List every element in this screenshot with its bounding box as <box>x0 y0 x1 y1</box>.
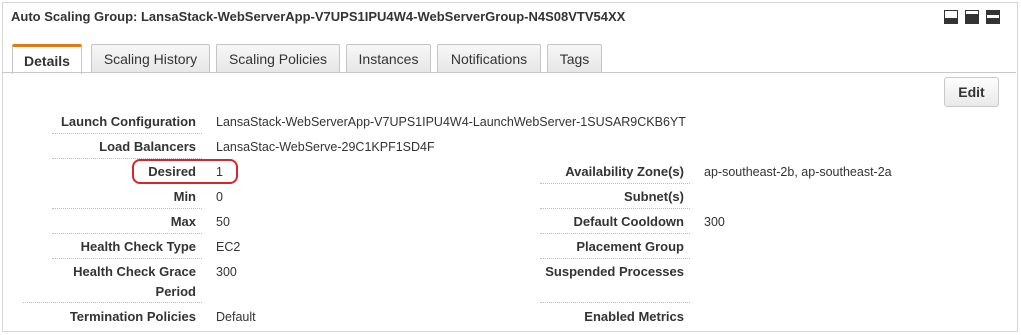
row-divider <box>23 302 202 303</box>
tab-details[interactable]: Details <box>12 44 82 74</box>
value-availability-zones: ap-southeast-2b, ap-southeast-2a <box>704 165 892 179</box>
row-divider <box>52 208 202 209</box>
desired-highlight-annotation <box>132 159 238 184</box>
tab-scaling-policies[interactable]: Scaling Policies <box>216 44 340 73</box>
label-termination-policies: Termination Policies <box>69 309 196 324</box>
tabs-divider <box>2 72 1016 73</box>
window-controls <box>944 10 1000 24</box>
tab-scaling-history[interactable]: Scaling History <box>91 44 210 73</box>
label-health-check-grace: Health Check Grace <box>73 264 196 279</box>
value-default-cooldown: 300 <box>704 215 725 229</box>
label-default-cooldown: Default Cooldown <box>573 214 685 229</box>
row-divider <box>52 258 202 259</box>
row-divider <box>540 208 690 209</box>
minimize-icon[interactable] <box>944 10 958 24</box>
label-max: Max <box>170 214 196 229</box>
row-divider <box>540 258 690 259</box>
panel-title: Auto Scaling Group: LansaStack-WebServer… <box>11 9 626 24</box>
label-launch-configuration: Launch Configuration <box>60 114 196 129</box>
row-divider <box>52 233 202 234</box>
label-subnets: Subnet(s) <box>624 189 684 204</box>
row-divider <box>540 302 690 303</box>
value-health-check-type: EC2 <box>216 240 241 254</box>
value-min: 0 <box>216 190 223 204</box>
label-suspended-processes: Suspended Processes <box>545 264 684 279</box>
row-divider <box>540 233 690 234</box>
label-health-check-type: Health Check Type <box>80 239 196 254</box>
tab-instances[interactable]: Instances <box>346 44 431 73</box>
edit-button[interactable]: Edit <box>944 77 999 107</box>
value-termination-policies: Default <box>216 310 256 324</box>
label-load-balancers: Load Balancers <box>99 139 196 154</box>
value-load-balancers: LansaStac-WebServe-29C1KPF1SD4F <box>216 140 435 154</box>
label-placement-group: Placement Group <box>576 239 684 254</box>
value-health-check-grace: 300 <box>216 265 237 279</box>
maximize-icon[interactable] <box>986 10 1000 24</box>
label-enabled-metrics: Enabled Metrics <box>584 309 684 324</box>
row-divider <box>540 183 690 184</box>
tab-notifications[interactable]: Notifications <box>437 44 541 73</box>
label-min: Min <box>173 189 196 204</box>
label-health-check-grace-period: Period <box>155 284 196 299</box>
value-launch-configuration: LansaStack-WebServerApp-V7UPS1IPU4W4-Lau… <box>216 115 686 129</box>
restore-icon[interactable] <box>965 10 979 24</box>
row-divider <box>52 133 202 134</box>
tab-tags[interactable]: Tags <box>547 44 602 73</box>
value-max: 50 <box>216 215 230 229</box>
label-availability-zones: Availability Zone(s) <box>565 164 684 179</box>
